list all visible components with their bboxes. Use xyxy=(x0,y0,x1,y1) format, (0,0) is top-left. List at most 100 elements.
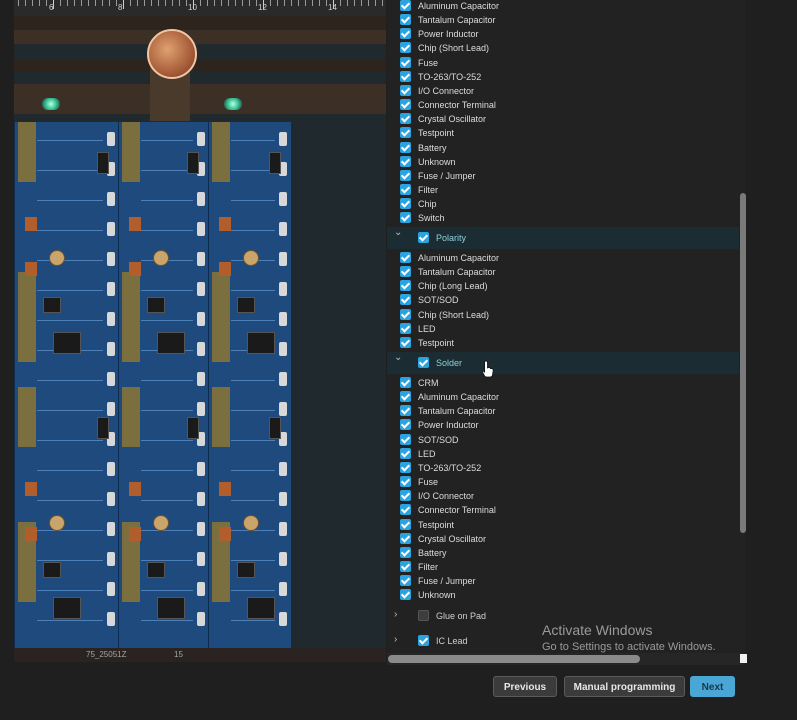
pcb-trace xyxy=(141,530,193,531)
checkbox[interactable] xyxy=(400,419,411,431)
checkbox[interactable] xyxy=(400,84,411,96)
group-solder[interactable]: ⌄ Solder xyxy=(387,352,739,374)
list-item[interactable]: Fuse xyxy=(387,56,739,71)
checkbox[interactable] xyxy=(400,433,411,445)
checkbox[interactable] xyxy=(400,377,411,388)
list-item[interactable]: Fuse / Jumper xyxy=(387,169,739,184)
checkbox[interactable] xyxy=(400,532,411,544)
list-item[interactable]: Filter xyxy=(387,560,739,575)
group-polarity[interactable]: ⌄ Polarity xyxy=(387,227,739,249)
chevron-down-icon[interactable]: ⌄ xyxy=(394,352,402,363)
checkbox[interactable] xyxy=(400,14,411,26)
list-item[interactable]: LED xyxy=(387,322,739,337)
list-item[interactable]: Crystal Oscillator xyxy=(387,532,739,547)
checkbox[interactable] xyxy=(400,518,411,530)
list-item[interactable]: Aluminum Capacitor xyxy=(387,0,739,14)
checkbox[interactable] xyxy=(400,169,411,181)
list-item[interactable]: Unknown xyxy=(387,155,739,170)
checkbox[interactable] xyxy=(400,0,411,11)
checkbox[interactable] xyxy=(400,183,411,195)
list-item[interactable]: Testpoint xyxy=(387,127,739,141)
checkbox[interactable] xyxy=(400,560,411,572)
ruler-tick xyxy=(382,0,383,6)
checkbox[interactable] xyxy=(400,266,411,278)
group-checkbox[interactable] xyxy=(418,610,429,621)
next-button[interactable]: Next xyxy=(690,676,735,697)
checkbox[interactable] xyxy=(400,280,411,292)
list-item[interactable]: Crystal Oscillator xyxy=(387,113,739,127)
checkbox[interactable] xyxy=(400,490,411,502)
list-item[interactable]: Switch xyxy=(387,212,739,226)
vertical-scrollbar[interactable] xyxy=(740,193,746,533)
list-item[interactable]: Battery xyxy=(387,546,739,561)
checkbox[interactable] xyxy=(400,212,411,224)
list-item[interactable]: I/O Connector xyxy=(387,490,739,504)
checkbox[interactable] xyxy=(400,476,411,488)
manual-programming-button[interactable]: Manual programming xyxy=(564,676,685,697)
list-item[interactable]: Fuse / Jumper xyxy=(387,575,739,589)
horizontal-scrollbar-thumb[interactable] xyxy=(388,655,640,663)
inspection-items-panel[interactable]: Aluminum Capacitor Tantalum Capacitor Powe… xyxy=(387,0,745,665)
list-item[interactable]: SOT/SOD xyxy=(387,294,739,308)
chevron-right-icon[interactable]: › xyxy=(394,634,397,645)
list-item[interactable]: Connector Terminal xyxy=(387,504,739,518)
checkbox[interactable] xyxy=(400,28,411,40)
previous-button[interactable]: Previous xyxy=(493,676,557,697)
checkbox[interactable] xyxy=(400,447,411,459)
list-item[interactable]: SOT/SOD xyxy=(387,433,739,448)
checkbox[interactable] xyxy=(400,589,411,601)
checkbox[interactable] xyxy=(400,336,411,348)
list-item[interactable]: Chip (Short Lead) xyxy=(387,42,739,56)
list-item[interactable]: I/O Connector xyxy=(387,84,739,99)
checkbox[interactable] xyxy=(400,308,411,320)
checkbox[interactable] xyxy=(400,198,411,210)
checkbox[interactable] xyxy=(400,127,411,139)
checkbox[interactable] xyxy=(400,113,411,125)
list-item[interactable]: Testpoint xyxy=(387,336,739,351)
list-item[interactable]: Aluminum Capacitor xyxy=(387,252,739,266)
pcb-pad xyxy=(197,522,205,536)
checkbox[interactable] xyxy=(400,42,411,54)
list-item[interactable]: Chip (Long Lead) xyxy=(387,280,739,294)
list-item[interactable]: TO-263/TO-252 xyxy=(387,70,739,85)
checkbox[interactable] xyxy=(400,504,411,516)
checkbox[interactable] xyxy=(400,141,411,153)
checkbox[interactable] xyxy=(400,322,411,334)
pcb-camera-view[interactable]: 75_25051Z 15 xyxy=(14,16,386,662)
checkbox[interactable] xyxy=(400,155,411,167)
list-item[interactable]: Power Inductor xyxy=(387,28,739,42)
list-item[interactable]: Aluminum Capacitor xyxy=(387,391,739,405)
checkbox[interactable] xyxy=(400,461,411,473)
checkbox[interactable] xyxy=(400,294,411,306)
checkbox[interactable] xyxy=(400,56,411,68)
list-item[interactable]: Chip (Short Lead) xyxy=(387,308,739,323)
list-item[interactable]: Tantalum Capacitor xyxy=(387,14,739,28)
checkbox[interactable] xyxy=(400,99,411,111)
list-item[interactable]: Testpoint xyxy=(387,518,739,533)
checkbox[interactable] xyxy=(400,405,411,417)
list-item[interactable]: CRM xyxy=(387,377,739,391)
checkbox[interactable] xyxy=(400,252,411,263)
list-item[interactable]: Chip xyxy=(387,198,739,212)
ruler-tick xyxy=(256,0,257,6)
checkbox[interactable] xyxy=(400,546,411,558)
list-item[interactable]: Unknown xyxy=(387,589,739,603)
group-checkbox[interactable] xyxy=(418,232,429,243)
checkbox[interactable] xyxy=(400,575,411,587)
list-item[interactable]: Tantalum Capacitor xyxy=(387,405,739,419)
list-item[interactable]: Battery xyxy=(387,141,739,156)
list-item[interactable]: Filter xyxy=(387,183,739,198)
list-item[interactable]: Power Inductor xyxy=(387,419,739,433)
list-item[interactable]: Connector Terminal xyxy=(387,99,739,113)
list-item[interactable]: LED xyxy=(387,447,739,462)
checkbox[interactable] xyxy=(400,70,411,82)
list-item[interactable]: Fuse xyxy=(387,476,739,490)
group-checkbox[interactable] xyxy=(418,635,429,646)
list-item[interactable]: TO-263/TO-252 xyxy=(387,461,739,476)
chevron-right-icon[interactable]: › xyxy=(394,609,397,620)
ruler-tick xyxy=(102,0,103,6)
group-checkbox[interactable] xyxy=(418,357,429,368)
checkbox[interactable] xyxy=(400,391,411,403)
chevron-down-icon[interactable]: ⌄ xyxy=(394,227,402,238)
list-item[interactable]: Tantalum Capacitor xyxy=(387,266,739,280)
